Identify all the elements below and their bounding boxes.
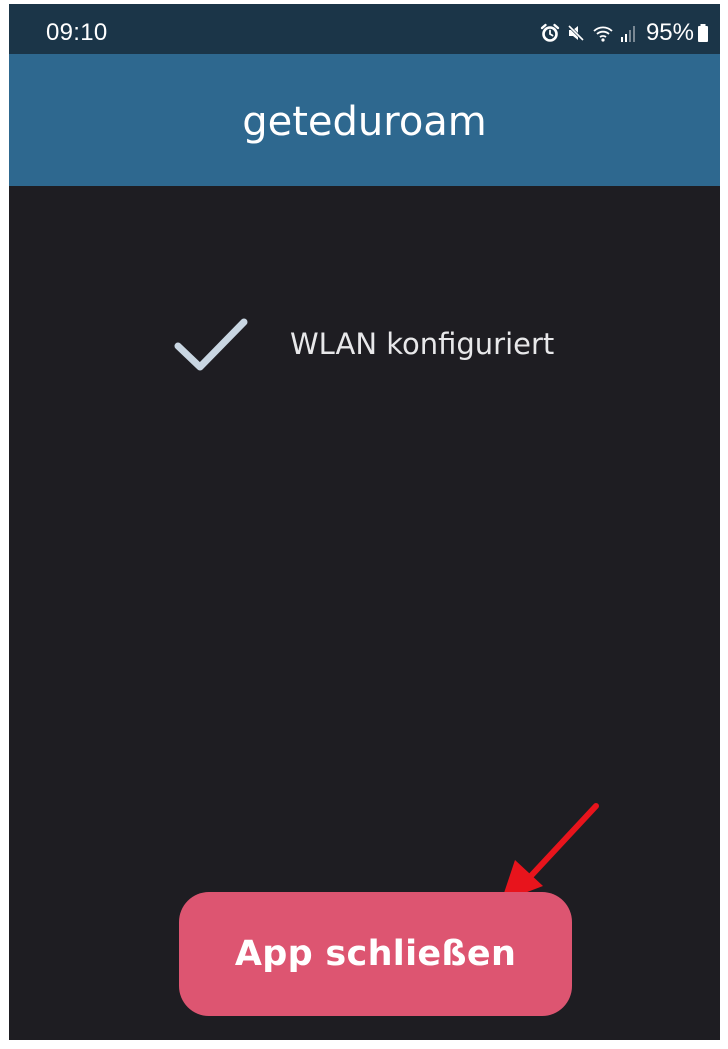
battery-icon bbox=[697, 23, 709, 43]
signal-icon bbox=[620, 23, 636, 43]
configuration-status: WLAN konfiguriert bbox=[172, 313, 554, 375]
status-icons: 95% bbox=[540, 18, 709, 48]
status-bar: 09:10 95% bbox=[9, 4, 720, 54]
close-app-button[interactable]: App schließen bbox=[179, 892, 572, 1016]
app-title: geteduroam bbox=[242, 99, 487, 145]
app-bar: geteduroam bbox=[9, 54, 720, 186]
checkmark-icon bbox=[174, 318, 248, 371]
phone-screen: 09:10 95% geteduroam WLAN konfiguriert A… bbox=[9, 4, 720, 1040]
wifi-icon bbox=[592, 23, 614, 43]
status-time: 09:10 bbox=[46, 19, 108, 46]
mute-icon bbox=[566, 23, 586, 43]
alarm-icon bbox=[540, 23, 560, 43]
status-message: WLAN konfiguriert bbox=[290, 327, 555, 361]
battery-percent: 95% bbox=[645, 19, 694, 46]
